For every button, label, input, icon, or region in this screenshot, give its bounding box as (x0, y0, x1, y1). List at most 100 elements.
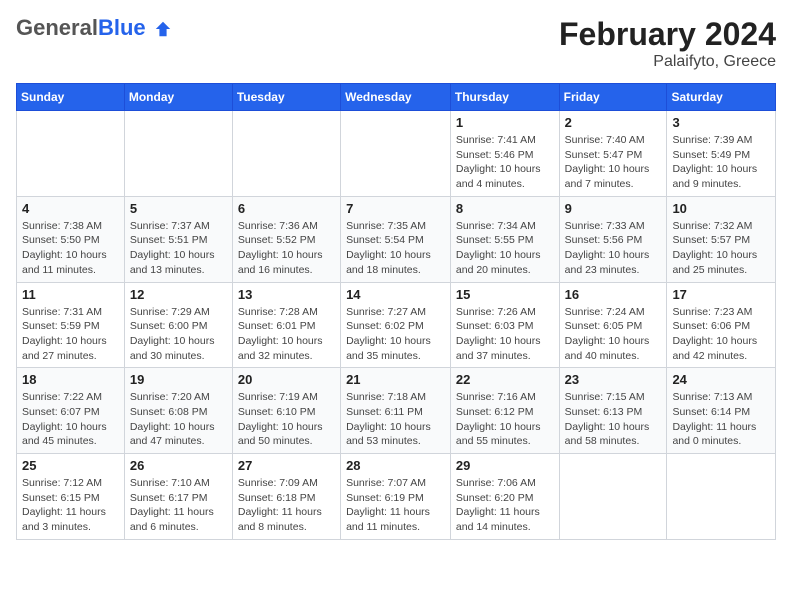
calendar-header-row: SundayMondayTuesdayWednesdayThursdayFrid… (17, 84, 776, 111)
cell-date: 6 (238, 201, 335, 216)
cell-date: 2 (565, 115, 662, 130)
cell-date: 22 (456, 372, 554, 387)
calendar-cell: 17 Sunrise: 7:23 AM Sunset: 6:06 PM Dayli… (667, 282, 776, 368)
cell-date: 1 (456, 115, 554, 130)
cell-info: Sunrise: 7:35 AM Sunset: 5:54 PM Dayligh… (346, 219, 445, 278)
page-subtitle: Palaifyto, Greece (559, 53, 776, 71)
logo: GeneralBlue (16, 16, 172, 40)
cell-date: 24 (672, 372, 770, 387)
cell-info: Sunrise: 7:16 AM Sunset: 6:12 PM Dayligh… (456, 390, 554, 449)
calendar-cell: 9Sunrise: 7:33 AM Sunset: 5:56 PM Daylig… (559, 196, 667, 282)
calendar-table: SundayMondayTuesdayWednesdayThursdayFrid… (16, 83, 776, 540)
calendar-cell: 3 Sunrise: 7:39 AM Sunset: 5:49 PM Daylig… (667, 111, 776, 197)
cell-info: Sunrise: 7:19 AM Sunset: 6:10 PM Dayligh… (238, 390, 335, 449)
cell-date: 4 (22, 201, 119, 216)
cell-date: 7 (346, 201, 445, 216)
page-header: GeneralBlue February 2024 Palaifyto, Gre… (16, 16, 776, 71)
col-header-wednesday: Wednesday (341, 84, 451, 111)
cell-info: Sunrise: 7:33 AM Sunset: 5:56 PM Dayligh… (565, 219, 662, 278)
calendar-cell: 22 Sunrise: 7:16 AM Sunset: 6:12 PM Dayli… (450, 368, 559, 454)
calendar-cell: 27 Sunrise: 7:09 AM Sunset: 6:18 PM Dayli… (232, 454, 340, 540)
cell-date: 10 (672, 201, 770, 216)
calendar-cell: 25 Sunrise: 7:12 AM Sunset: 6:15 PM Dayli… (17, 454, 125, 540)
cell-info: Sunrise: 7:37 AM Sunset: 5:51 PM Dayligh… (130, 219, 227, 278)
cell-info: Sunrise: 7:28 AM Sunset: 6:01 PM Dayligh… (238, 305, 335, 364)
cell-info: Sunrise: 7:15 AM Sunset: 6:13 PM Dayligh… (565, 390, 662, 449)
cell-info: Sunrise: 7:18 AM Sunset: 6:11 PM Dayligh… (346, 390, 445, 449)
cell-date: 11 (22, 287, 119, 302)
col-header-sunday: Sunday (17, 84, 125, 111)
cell-info: Sunrise: 7:38 AM Sunset: 5:50 PM Dayligh… (22, 219, 119, 278)
calendar-cell: 16Sunrise: 7:24 AM Sunset: 6:05 PM Dayli… (559, 282, 667, 368)
logo-general: General (16, 15, 98, 40)
calendar-cell: 19 Sunrise: 7:20 AM Sunset: 6:08 PM Dayli… (124, 368, 232, 454)
cell-info: Sunrise: 7:40 AM Sunset: 5:47 PM Dayligh… (565, 133, 662, 192)
cell-info: Sunrise: 7:12 AM Sunset: 6:15 PM Dayligh… (22, 476, 119, 535)
cell-date: 20 (238, 372, 335, 387)
cell-date: 19 (130, 372, 227, 387)
cell-info: Sunrise: 7:20 AM Sunset: 6:08 PM Dayligh… (130, 390, 227, 449)
calendar-cell: 14 Sunrise: 7:27 AM Sunset: 6:02 PM Dayli… (341, 282, 451, 368)
cell-date: 27 (238, 458, 335, 473)
week-row-5: 25 Sunrise: 7:12 AM Sunset: 6:15 PM Dayli… (17, 454, 776, 540)
logo-blue: Blue (98, 15, 146, 40)
calendar-cell: 6 Sunrise: 7:36 AM Sunset: 5:52 PM Daylig… (232, 196, 340, 282)
cell-date: 29 (456, 458, 554, 473)
calendar-cell: 13Sunrise: 7:28 AM Sunset: 6:01 PM Dayli… (232, 282, 340, 368)
cell-info: Sunrise: 7:34 AM Sunset: 5:55 PM Dayligh… (456, 219, 554, 278)
calendar-cell: 4 Sunrise: 7:38 AM Sunset: 5:50 PM Daylig… (17, 196, 125, 282)
cell-date: 8 (456, 201, 554, 216)
week-row-3: 11Sunrise: 7:31 AM Sunset: 5:59 PM Dayli… (17, 282, 776, 368)
cell-date: 3 (672, 115, 770, 130)
calendar-cell: 5 Sunrise: 7:37 AM Sunset: 5:51 PM Daylig… (124, 196, 232, 282)
calendar-cell: 26 Sunrise: 7:10 AM Sunset: 6:17 PM Dayli… (124, 454, 232, 540)
week-row-2: 4 Sunrise: 7:38 AM Sunset: 5:50 PM Daylig… (17, 196, 776, 282)
cell-date: 23 (565, 372, 662, 387)
calendar-cell: 20 Sunrise: 7:19 AM Sunset: 6:10 PM Dayli… (232, 368, 340, 454)
cell-info: Sunrise: 7:23 AM Sunset: 6:06 PM Dayligh… (672, 305, 770, 364)
cell-info: Sunrise: 7:32 AM Sunset: 5:57 PM Dayligh… (672, 219, 770, 278)
week-row-1: 1 Sunrise: 7:41 AM Sunset: 5:46 PM Daylig… (17, 111, 776, 197)
cell-date: 21 (346, 372, 445, 387)
cell-info: Sunrise: 7:10 AM Sunset: 6:17 PM Dayligh… (130, 476, 227, 535)
cell-date: 28 (346, 458, 445, 473)
calendar-cell: 29 Sunrise: 7:06 AM Sunset: 6:20 PM Dayli… (450, 454, 559, 540)
cell-date: 15 (456, 287, 554, 302)
calendar-cell: 15Sunrise: 7:26 AM Sunset: 6:03 PM Dayli… (450, 282, 559, 368)
cell-date: 5 (130, 201, 227, 216)
cell-date: 12 (130, 287, 227, 302)
cell-info: Sunrise: 7:06 AM Sunset: 6:20 PM Dayligh… (456, 476, 554, 535)
calendar-cell: 18Sunrise: 7:22 AM Sunset: 6:07 PM Dayli… (17, 368, 125, 454)
calendar-cell (667, 454, 776, 540)
col-header-tuesday: Tuesday (232, 84, 340, 111)
cell-info: Sunrise: 7:13 AM Sunset: 6:14 PM Dayligh… (672, 390, 770, 449)
calendar-cell: 8 Sunrise: 7:34 AM Sunset: 5:55 PM Daylig… (450, 196, 559, 282)
page-title: February 2024 (559, 16, 776, 53)
title-block: February 2024 Palaifyto, Greece (559, 16, 776, 71)
col-header-saturday: Saturday (667, 84, 776, 111)
calendar-cell: 28 Sunrise: 7:07 AM Sunset: 6:19 PM Dayli… (341, 454, 451, 540)
calendar-cell: 24 Sunrise: 7:13 AM Sunset: 6:14 PM Dayli… (667, 368, 776, 454)
cell-date: 25 (22, 458, 119, 473)
calendar-cell: 1 Sunrise: 7:41 AM Sunset: 5:46 PM Daylig… (450, 111, 559, 197)
calendar-cell: 7 Sunrise: 7:35 AM Sunset: 5:54 PM Daylig… (341, 196, 451, 282)
cell-info: Sunrise: 7:27 AM Sunset: 6:02 PM Dayligh… (346, 305, 445, 364)
cell-info: Sunrise: 7:24 AM Sunset: 6:05 PM Dayligh… (565, 305, 662, 364)
cell-info: Sunrise: 7:09 AM Sunset: 6:18 PM Dayligh… (238, 476, 335, 535)
cell-info: Sunrise: 7:36 AM Sunset: 5:52 PM Dayligh… (238, 219, 335, 278)
cell-date: 14 (346, 287, 445, 302)
cell-info: Sunrise: 7:41 AM Sunset: 5:46 PM Dayligh… (456, 133, 554, 192)
calendar-cell: 12Sunrise: 7:29 AM Sunset: 6:00 PM Dayli… (124, 282, 232, 368)
week-row-4: 18Sunrise: 7:22 AM Sunset: 6:07 PM Dayli… (17, 368, 776, 454)
cell-info: Sunrise: 7:07 AM Sunset: 6:19 PM Dayligh… (346, 476, 445, 535)
calendar-cell: 2 Sunrise: 7:40 AM Sunset: 5:47 PM Daylig… (559, 111, 667, 197)
cell-info: Sunrise: 7:39 AM Sunset: 5:49 PM Dayligh… (672, 133, 770, 192)
calendar-cell: 11Sunrise: 7:31 AM Sunset: 5:59 PM Dayli… (17, 282, 125, 368)
calendar-cell (559, 454, 667, 540)
cell-date: 26 (130, 458, 227, 473)
col-header-monday: Monday (124, 84, 232, 111)
calendar-cell (341, 111, 451, 197)
cell-date: 17 (672, 287, 770, 302)
calendar-cell: 10 Sunrise: 7:32 AM Sunset: 5:57 PM Dayli… (667, 196, 776, 282)
calendar-cell (232, 111, 340, 197)
